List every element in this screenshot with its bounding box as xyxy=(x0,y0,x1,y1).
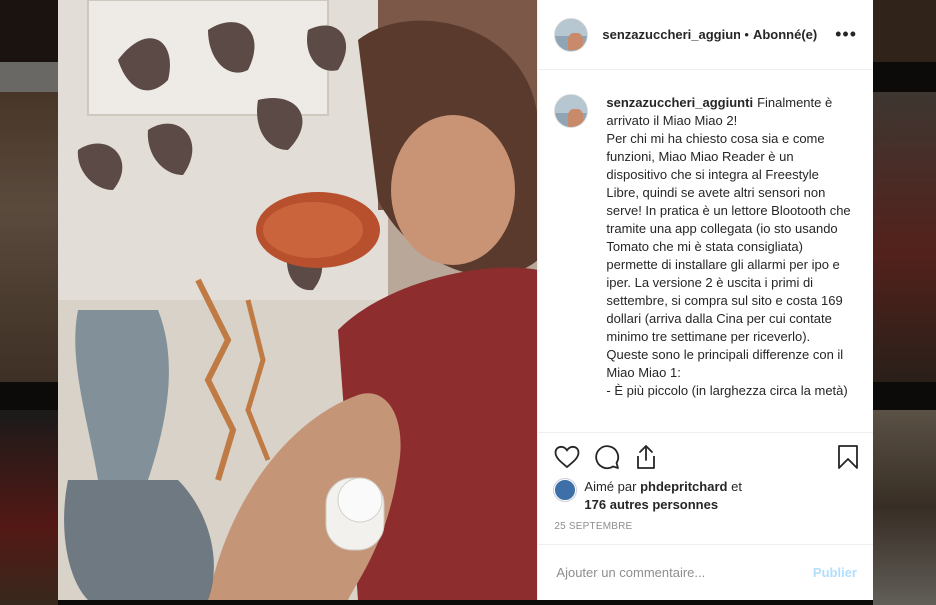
heart-icon xyxy=(555,445,580,469)
comment-input[interactable] xyxy=(554,564,807,581)
post-date[interactable]: 25 SEPTEMBRE xyxy=(554,521,632,532)
more-options-icon[interactable]: ••• xyxy=(835,24,857,45)
post-side-panel: senzazuccheri_aggiunti • Abonné(e) ••• s… xyxy=(537,0,873,600)
follow-status-button[interactable]: Abonné(e) xyxy=(753,27,817,42)
share-icon xyxy=(637,445,656,469)
post-actions-bar xyxy=(554,440,859,474)
caption-text: senzazuccheri_aggiunti Finalmente è arriv… xyxy=(606,94,851,400)
post-photo[interactable] xyxy=(58,0,538,600)
likes-prefix: Aimé par xyxy=(584,479,637,494)
share-button[interactable] xyxy=(634,440,668,474)
post-header: senzazuccheri_aggiunti • Abonné(e) ••• xyxy=(538,0,873,70)
likes-summary: Aimé par phdepritchard et 176 autres per… xyxy=(554,478,857,514)
add-comment-bar: Publier xyxy=(538,544,873,600)
caption-comment: senzazuccheri_aggiunti Finalmente è arriv… xyxy=(538,71,873,400)
author-username[interactable]: senzazuccheri_aggiunti xyxy=(602,27,740,42)
caption-username[interactable]: senzazuccheri_aggiunti xyxy=(606,95,753,110)
caption-body: Finalmente è arrivato il Miao Miao 2! Pe… xyxy=(606,95,851,398)
liker-avatar[interactable] xyxy=(554,479,577,501)
likes-text: Aimé par phdepritchard et 176 autres per… xyxy=(584,478,742,514)
likes-joiner: et xyxy=(731,479,742,494)
author-avatar[interactable] xyxy=(554,17,589,52)
post-photo-illustration xyxy=(58,0,538,600)
post-modal: senzazuccheri_aggiunti • Abonné(e) ••• s… xyxy=(58,0,873,600)
comment-button[interactable] xyxy=(594,440,628,474)
caption-author-avatar[interactable] xyxy=(554,94,589,128)
publish-button[interactable]: Publier xyxy=(813,565,857,580)
comment-bubble-icon xyxy=(595,445,620,470)
liker-username[interactable]: phdepritchard xyxy=(640,479,727,494)
header-separator: • xyxy=(744,27,749,42)
comments-section[interactable]: senzazuccheri_aggiunti Finalmente è arriv… xyxy=(538,71,873,433)
bookmark-icon xyxy=(838,445,858,469)
like-button[interactable] xyxy=(554,440,588,474)
likes-others-link[interactable]: 176 autres personnes xyxy=(584,497,718,512)
save-button[interactable] xyxy=(825,440,859,474)
